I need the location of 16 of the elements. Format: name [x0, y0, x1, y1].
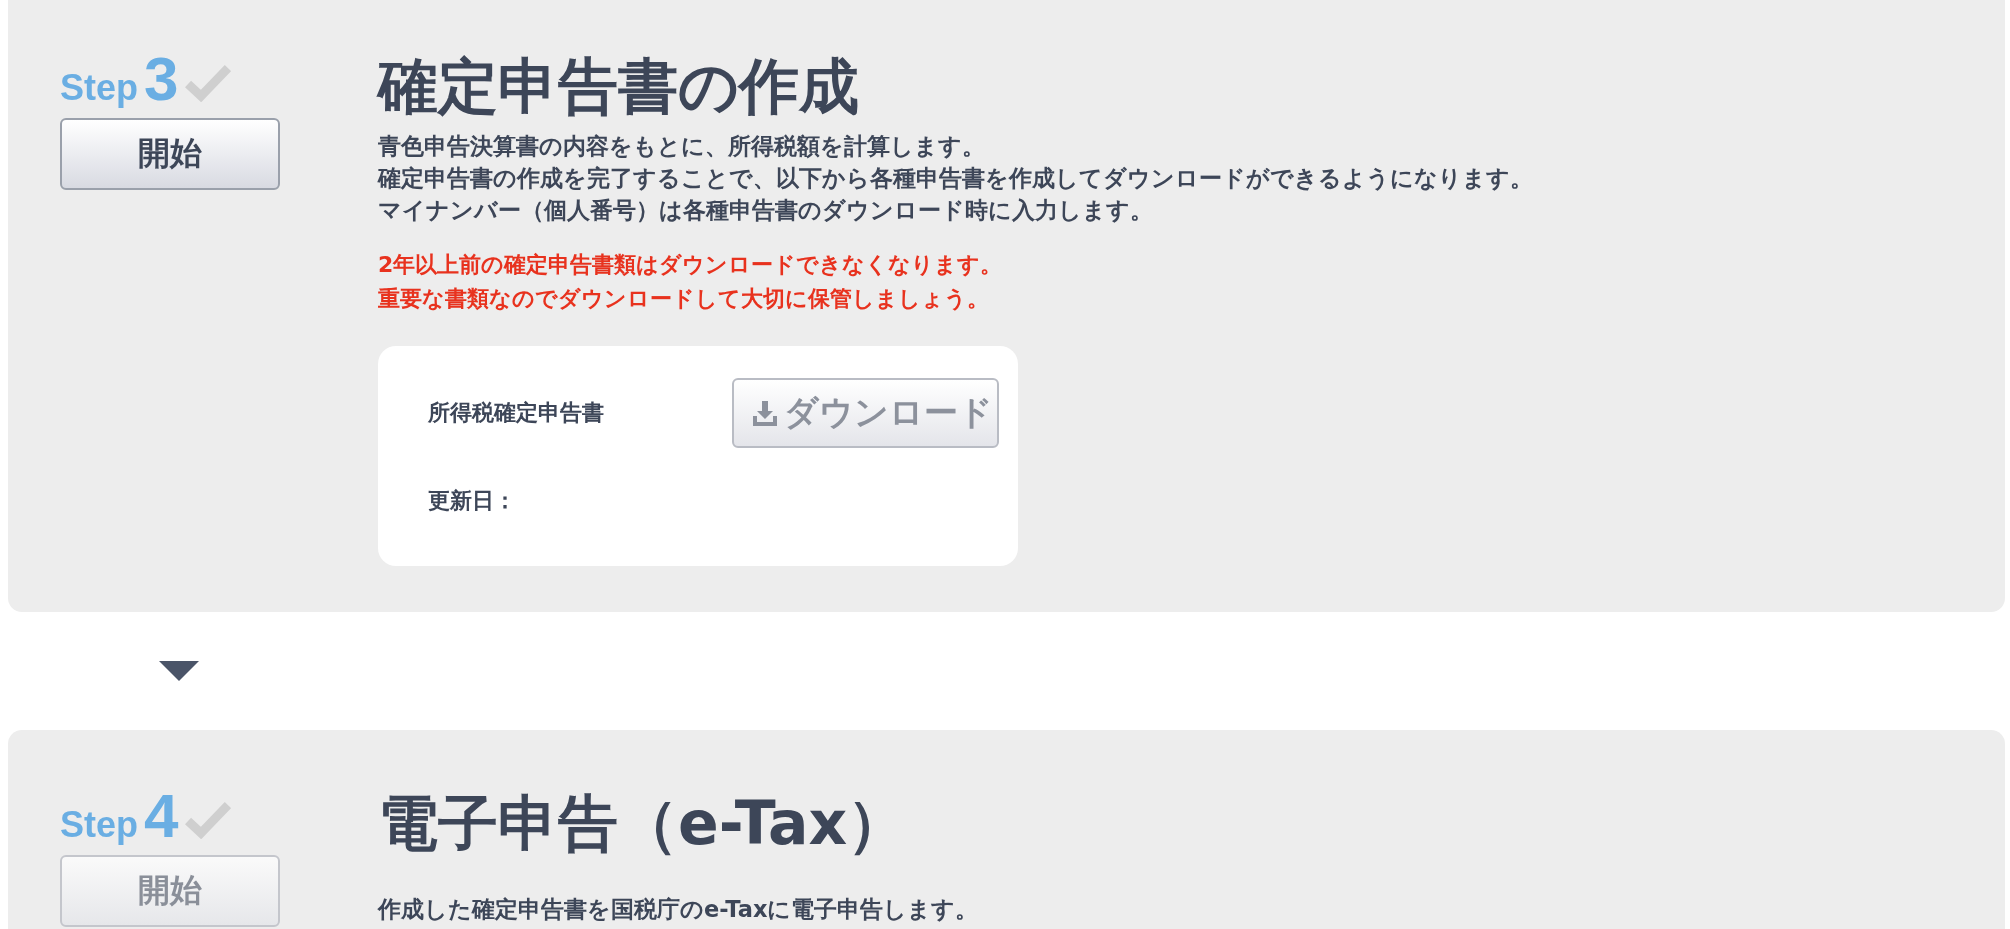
step-title: 確定申告書の作成 — [378, 56, 860, 116]
step-number: 4 — [144, 785, 179, 847]
description-text: 作成した確定申告書を国税庁のe-Taxに電子申告します。 — [378, 895, 979, 924]
step-label: Step — [60, 70, 138, 110]
description-text: 青色申告決算書の内容をもとに、所得税額を計算します。 — [378, 132, 986, 161]
down-arrow-icon — [159, 661, 199, 681]
step-label: Step — [60, 807, 138, 847]
download-icon — [750, 398, 780, 428]
start-button[interactable]: 開始 — [60, 118, 280, 190]
updated-date-label: 更新日： — [428, 487, 517, 515]
description-text: マイナンバー（個人番号）は各種申告書のダウンロード時に入力します。 — [378, 196, 1154, 225]
document-name: 所得税確定申告書 — [428, 399, 605, 427]
warning-text: 2年以上前の確定申告書類はダウンロードできなくなります。 — [378, 251, 1004, 279]
step-number: 3 — [144, 48, 179, 110]
warning-text: 重要な書類なのでダウンロードして大切に保管しましょう。 — [378, 285, 990, 313]
description-text: 確定申告書の作成を完了することで、以下から各種申告書を作成してダウンロードができるようになります。 — [378, 164, 1533, 193]
